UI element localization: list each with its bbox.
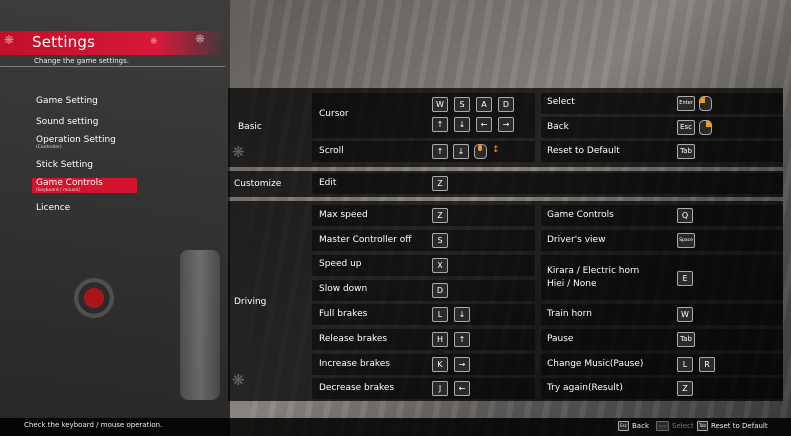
section-driving: Driving	[234, 297, 267, 307]
key-right: →	[454, 357, 470, 372]
back-row[interactable]: Back Esc	[541, 117, 783, 138]
key-w: W	[677, 307, 693, 322]
key-s: S	[432, 233, 448, 248]
key-z: Z	[677, 381, 693, 396]
maple-leaf-icon: ❋	[232, 143, 245, 161]
reset-row[interactable]: Reset to Default Tab	[541, 141, 783, 162]
key-l: L	[432, 307, 448, 322]
pause-row[interactable]: Pause Tab	[541, 329, 783, 350]
maple-leaf-icon: ❋	[232, 371, 245, 389]
key-r: R	[699, 357, 715, 372]
key-up: ↑	[432, 117, 448, 132]
train-horn-row[interactable]: Train horn W	[541, 304, 783, 325]
speed-up-row[interactable]: Speed up X	[312, 255, 535, 276]
section-customize: Customize	[234, 179, 282, 189]
mouse-left-click-icon	[699, 96, 712, 111]
try-again-row[interactable]: Try again(Result) Z	[541, 378, 783, 399]
cursor-row[interactable]: Cursor W S A D ↑ ↓ ← →	[312, 93, 535, 138]
key-e: E	[677, 271, 693, 286]
key-up: ↑	[432, 144, 448, 159]
slow-down-row[interactable]: Slow down D	[312, 280, 535, 301]
increase-brakes-row[interactable]: Increase brakes K →	[312, 354, 535, 375]
key-h: H	[432, 332, 448, 347]
menu-item-game-controls[interactable]: Game Controls (keyboard / mouse)	[32, 178, 137, 193]
footer-reset-button[interactable]: Tab Reset to Default	[697, 421, 768, 431]
basic-panel: Basic ❋ Cursor W S A D ↑ ↓ ← → Scroll ↑ …	[228, 88, 783, 167]
header-divider	[0, 66, 225, 67]
mouse-wheel-icon	[474, 144, 487, 159]
footer-hint: Check the keyboard / mouse operation.	[24, 421, 163, 429]
change-music-row[interactable]: Change Music(Pause) L R	[541, 354, 783, 375]
key-w: W	[432, 97, 448, 112]
key-x: X	[432, 258, 448, 273]
background-knob	[74, 278, 114, 318]
key-a: A	[476, 97, 492, 112]
mouse-right-click-icon	[699, 120, 712, 135]
key-d: D	[498, 97, 514, 112]
background-lever	[180, 250, 220, 400]
key-q: Q	[677, 208, 693, 223]
key-tab: Tab	[677, 332, 695, 347]
drivers-view-row[interactable]: Driver's view Space	[541, 230, 783, 251]
key-esc: Esc	[677, 120, 695, 135]
select-row[interactable]: Select Enter	[541, 93, 783, 114]
key-s: S	[454, 97, 470, 112]
key-k: K	[432, 357, 448, 372]
max-speed-row[interactable]: Max speed Z	[312, 205, 535, 226]
full-brakes-row[interactable]: Full brakes L ↓	[312, 304, 535, 325]
game-controls-row[interactable]: Game Controls Q	[541, 205, 783, 226]
key-z: Z	[432, 208, 448, 223]
key-tab: Tab	[697, 421, 708, 431]
key-d: D	[432, 283, 448, 298]
release-brakes-row[interactable]: Release brakes H ↑	[312, 329, 535, 350]
page-subtitle: Change the game settings.	[34, 57, 129, 65]
horn-select-row[interactable]: Kirara / Electric horn Hiei / None E	[541, 255, 783, 300]
scroll-row[interactable]: Scroll ↑ ↓ ↕	[312, 141, 535, 162]
menu-item-stick-setting[interactable]: Stick Setting	[32, 160, 97, 170]
key-j: J	[432, 381, 448, 396]
menu-item-operation-setting[interactable]: Operation Setting (Controller)	[32, 135, 120, 150]
key-up: ↑	[454, 332, 470, 347]
key-esc: Esc	[618, 421, 629, 431]
key-left: ←	[454, 381, 470, 396]
master-controller-off-row[interactable]: Master Controller off S	[312, 230, 535, 251]
customize-panel: Customize Edit Z	[228, 171, 783, 197]
key-space: Space	[677, 233, 695, 248]
key-tab: Tab	[677, 144, 695, 159]
maple-leaf-icon: ❋	[4, 33, 15, 47]
scroll-arrow-icon: ↕	[492, 145, 500, 155]
key-l: L	[677, 357, 693, 372]
decrease-brakes-row[interactable]: Decrease brakes J ←	[312, 378, 535, 399]
edit-row[interactable]: Edit Z	[312, 173, 783, 194]
key-right: →	[498, 117, 514, 132]
key-down: ↓	[454, 307, 470, 322]
key-left: ←	[476, 117, 492, 132]
key-enter: Enter	[656, 421, 669, 431]
maple-leaf-icon: ❋	[150, 37, 158, 47]
key-down: ↓	[453, 144, 469, 159]
menu-item-licence[interactable]: Licence	[32, 203, 74, 213]
section-basic: Basic	[238, 122, 262, 132]
driving-panel: Driving ❋ Max speed Z Master Controller …	[228, 201, 783, 401]
footer-select-button: Enter Select	[656, 421, 694, 431]
footer-back-button[interactable]: Esc Back	[618, 421, 649, 431]
key-z: Z	[432, 176, 448, 191]
key-enter: Enter	[677, 96, 695, 111]
menu-item-game-setting[interactable]: Game Setting	[32, 96, 102, 106]
maple-leaf-icon: ❋	[195, 32, 206, 46]
page-title: Settings	[32, 33, 96, 51]
key-down: ↓	[454, 117, 470, 132]
menu-item-sound-setting[interactable]: Sound setting	[32, 117, 102, 127]
